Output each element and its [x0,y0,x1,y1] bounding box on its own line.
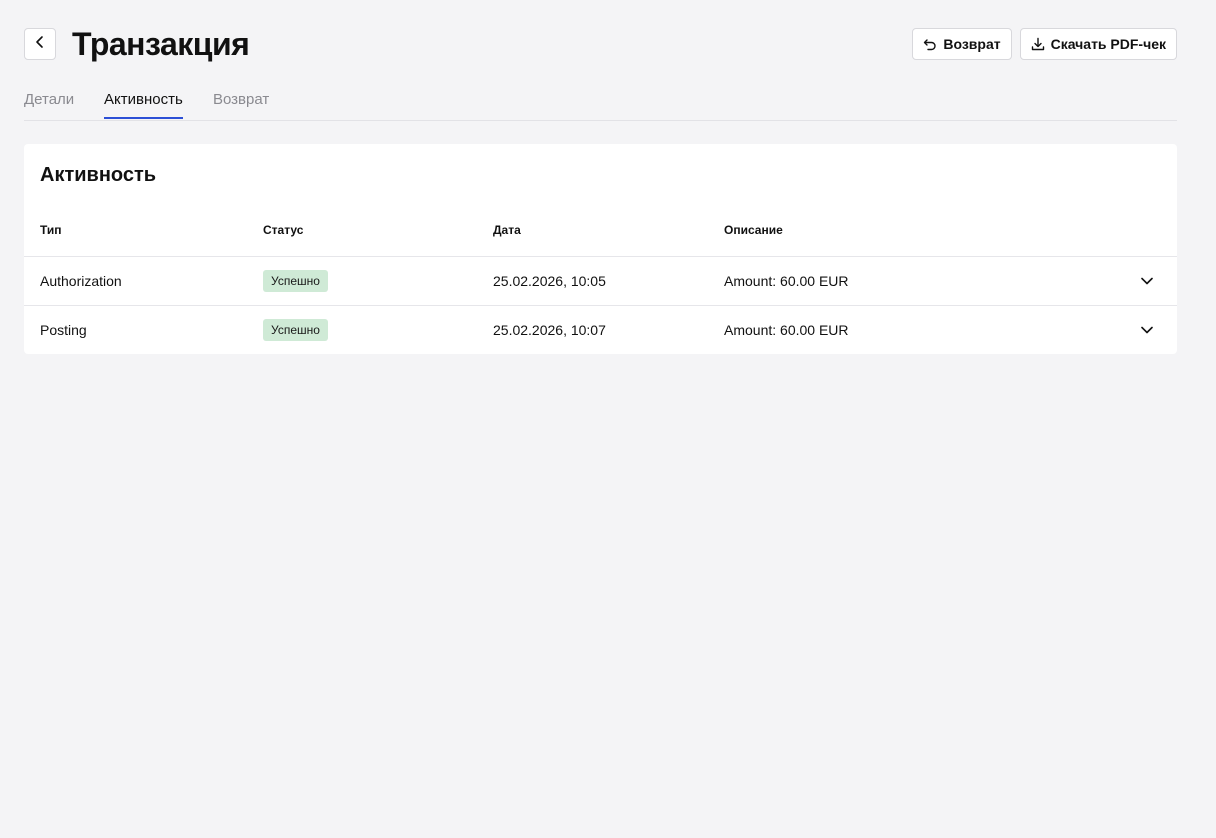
download-icon [1031,37,1045,51]
download-pdf-button-label: Скачать PDF-чек [1050,36,1166,52]
tab-activity[interactable]: Активность [104,90,183,119]
row-date: 25.02.2026, 10:07 [493,322,606,338]
column-header-description: Описание [724,223,783,237]
column-header-status: Статус [263,223,304,237]
download-pdf-button[interactable]: Скачать PDF-чек [1019,28,1177,60]
row-type: Posting [40,322,87,338]
tab-details[interactable]: Детали [24,90,74,119]
activity-table: Тип Статус Дата Описание Authorization У… [24,214,1177,354]
row-description: Amount: 60.00 EUR [724,273,849,289]
row-status: Успешно [263,257,328,305]
page-title: Транзакция [72,26,250,62]
tab-refund[interactable]: Возврат [213,90,269,119]
activity-card: Активность Тип Статус Дата Описание Auth… [24,144,1177,354]
undo-icon [923,37,937,51]
table-header: Тип Статус Дата Описание [24,214,1177,257]
chevron-left-icon [33,35,47,54]
row-type: Authorization [40,273,122,289]
table-row[interactable]: Posting Успешно 25.02.2026, 10:07 Amount… [24,306,1177,354]
status-badge: Успешно [263,319,328,341]
activity-card-title: Активность [40,164,157,186]
row-status: Успешно [263,306,328,354]
tab-bar: Детали Активность Возврат [24,90,1177,121]
header-actions: Возврат Скачать PDF-чек [912,28,1177,60]
refund-button-label: Возврат [943,36,1001,52]
status-badge: Успешно [263,270,328,292]
table-row[interactable]: Authorization Успешно 25.02.2026, 10:05 … [24,257,1177,306]
column-header-date: Дата [493,223,521,237]
column-header-type: Тип [40,223,62,237]
chevron-down-icon[interactable] [1137,271,1157,291]
row-description: Amount: 60.00 EUR [724,322,849,338]
chevron-down-icon[interactable] [1137,320,1157,340]
page-header: Транзакция Возврат Скачать PDF-чек [24,26,1177,62]
refund-button[interactable]: Возврат [912,28,1012,60]
row-date: 25.02.2026, 10:05 [493,273,606,289]
back-button[interactable] [24,28,56,60]
